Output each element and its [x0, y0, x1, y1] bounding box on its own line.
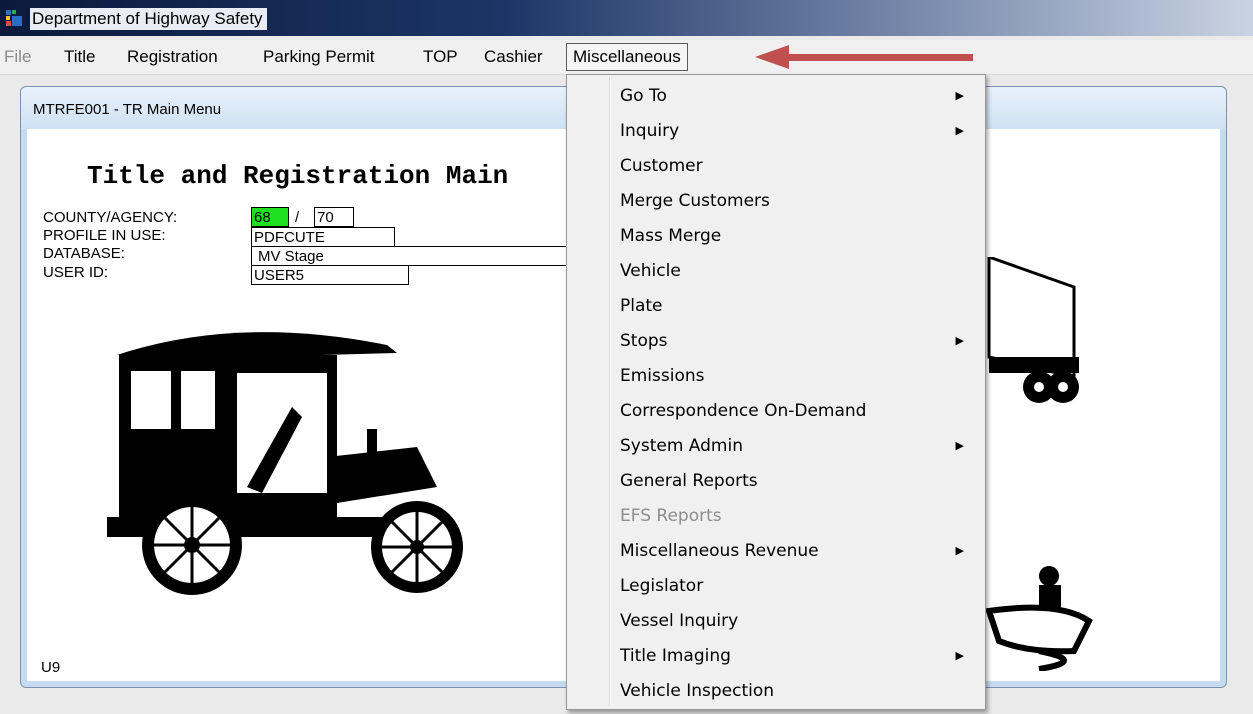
menu-item-label: Plate	[620, 296, 663, 316]
menu-item-label: Title Imaging	[620, 646, 731, 666]
menu-item-label: Customer	[620, 156, 703, 176]
menu-bar: File Title Registration Parking Permit T…	[0, 40, 1253, 75]
title-bar: Department of Highway Safety	[0, 0, 1253, 36]
menu-item-general-reports[interactable]: General Reports	[620, 464, 970, 498]
triangle-right-icon: ▶	[955, 439, 964, 452]
menu-item-label: Vessel Inquiry	[620, 611, 739, 631]
menu-item-label: Merge Customers	[620, 191, 770, 211]
menu-top[interactable]: TOP	[423, 47, 458, 67]
triangle-right-icon: ▶	[955, 89, 964, 102]
menu-item-title-imaging[interactable]: Title Imaging ▶	[620, 639, 970, 673]
county-agency-separator: /	[295, 209, 300, 226]
menu-item-label: Vehicle Inspection	[620, 681, 775, 701]
triangle-right-icon: ▶	[955, 334, 964, 347]
county-agency-label: COUNTY/AGENCY:	[43, 209, 178, 226]
menu-item-inquiry[interactable]: Inquiry ▶	[620, 114, 970, 148]
menu-item-label: Miscellaneous Revenue	[620, 541, 819, 561]
menu-item-label: Stops	[620, 331, 668, 351]
database-field[interactable]: MV Stage	[251, 246, 571, 266]
database-label: DATABASE:	[43, 245, 125, 262]
menu-gutter	[609, 77, 611, 705]
window-title: Department of Highway Safety	[30, 8, 267, 30]
menu-item-label: Emissions	[620, 366, 705, 386]
menu-miscellaneous[interactable]: Miscellaneous	[566, 43, 688, 71]
user-id-label: USER ID:	[43, 264, 109, 281]
footer-code: U9	[41, 659, 61, 676]
menu-item-system-admin[interactable]: System Admin ▶	[620, 429, 970, 463]
menu-item-miscellaneous-revenue[interactable]: Miscellaneous Revenue ▶	[620, 534, 970, 568]
menu-item-label: Correspondence On-Demand	[620, 401, 867, 421]
menu-item-mass-merge[interactable]: Mass Merge	[620, 219, 970, 253]
boat-image	[985, 566, 1093, 671]
child-window-title: MTRFE001 - TR Main Menu	[33, 101, 222, 118]
menu-item-label: Legislator	[620, 576, 704, 596]
menu-item-label: Go To	[620, 86, 667, 106]
menu-item-vehicle-inspection[interactable]: Vehicle Inspection	[620, 674, 970, 708]
menu-parking-permit[interactable]: Parking Permit	[263, 47, 374, 67]
menu-item-label: Vehicle	[620, 261, 681, 281]
profile-field[interactable]: PDFCUTE	[251, 227, 395, 247]
menu-item-vehicle[interactable]: Vehicle	[620, 254, 970, 288]
menu-file[interactable]: File	[4, 47, 31, 67]
menu-item-emissions[interactable]: Emissions	[620, 359, 970, 393]
app-icon	[6, 10, 22, 26]
menu-item-plate[interactable]: Plate	[620, 289, 970, 323]
menu-item-efs-reports: EFS Reports	[620, 499, 970, 533]
menu-cashier[interactable]: Cashier	[484, 47, 543, 67]
antique-car-image	[107, 332, 463, 595]
truck-image	[987, 257, 1079, 403]
menu-item-label: General Reports	[620, 471, 758, 491]
agency-field[interactable]: 70	[314, 207, 354, 227]
menu-item-label: System Admin	[620, 436, 743, 456]
menu-item-customer[interactable]: Customer	[620, 149, 970, 183]
menu-item-label: Mass Merge	[620, 226, 722, 246]
menu-item-correspondence-on-demand[interactable]: Correspondence On-Demand	[620, 394, 970, 428]
county-field[interactable]: 68	[251, 207, 289, 227]
form-title: Title and Registration Main	[87, 161, 509, 191]
menu-item-merge-customers[interactable]: Merge Customers	[620, 184, 970, 218]
menu-title[interactable]: Title	[64, 47, 96, 67]
miscellaneous-dropdown: Go To ▶ Inquiry ▶ Customer Merge Custome…	[566, 74, 986, 710]
menu-item-label: Inquiry	[620, 121, 680, 141]
menu-item-label: EFS Reports	[620, 506, 722, 526]
user-id-field[interactable]: USER5	[251, 265, 409, 285]
menu-item-go-to[interactable]: Go To ▶	[620, 79, 970, 113]
red-arrow-icon	[755, 45, 973, 69]
profile-label: PROFILE IN USE:	[43, 227, 166, 244]
triangle-right-icon: ▶	[955, 124, 964, 137]
menu-registration[interactable]: Registration	[127, 47, 218, 67]
menu-item-stops[interactable]: Stops ▶	[620, 324, 970, 358]
triangle-right-icon: ▶	[955, 649, 964, 662]
menu-item-vessel-inquiry[interactable]: Vessel Inquiry	[620, 604, 970, 638]
menu-item-legislator[interactable]: Legislator	[620, 569, 970, 603]
triangle-right-icon: ▶	[955, 544, 964, 557]
